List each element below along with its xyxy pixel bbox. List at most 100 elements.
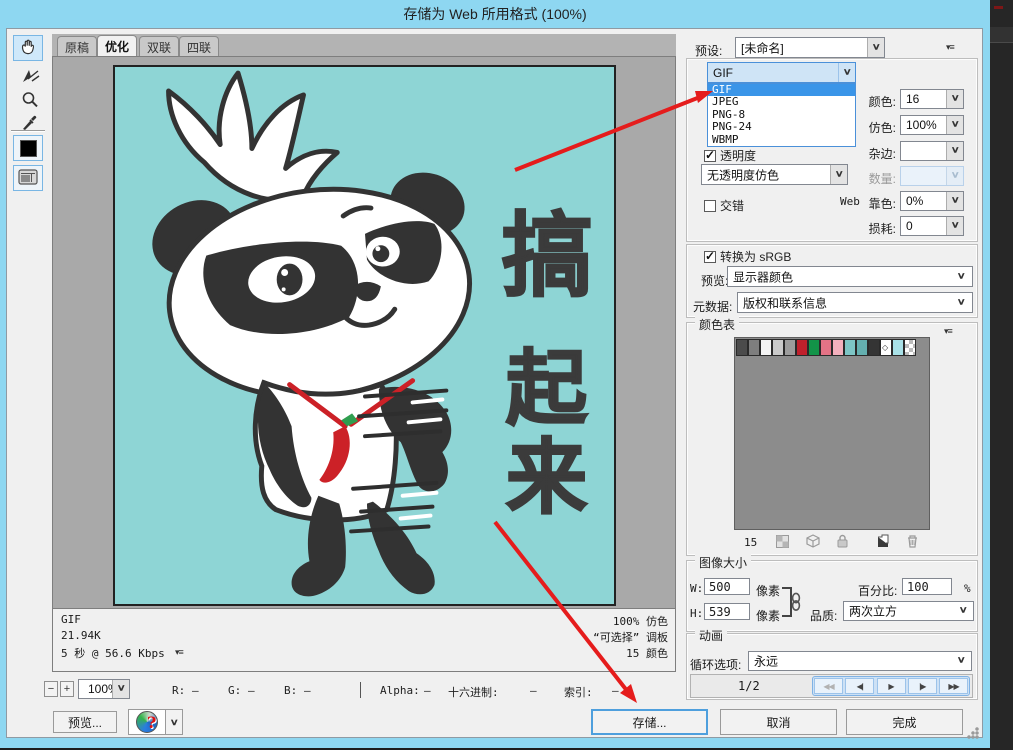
lossy-select[interactable]: 0 ∨: [900, 216, 964, 236]
colors-dropdown-button[interactable]: ∨: [946, 90, 963, 108]
srgb-checkbox-row[interactable]: ✓ 转换为 sRGB: [704, 248, 791, 265]
height-input[interactable]: 539: [704, 603, 750, 620]
dialog-title: 存储为 Web 所用格式 (100%): [0, 0, 990, 28]
play-button[interactable]: ▶: [877, 678, 906, 694]
format-dropdown-button[interactable]: ∨: [838, 63, 855, 82]
b-value: —: [304, 684, 311, 697]
preset-dropdown-button[interactable]: ∨: [867, 38, 884, 57]
dither-dropdown-button[interactable]: ∨: [946, 116, 963, 134]
tab-2up[interactable]: 双联: [139, 36, 179, 56]
percent-unit: %: [964, 582, 971, 595]
format-select[interactable]: GIF ∨: [707, 62, 856, 83]
slice-select-tool-button[interactable]: [15, 64, 45, 90]
browser-select-dropdown[interactable]: ∨: [165, 709, 183, 735]
new-color-icon[interactable]: [876, 534, 890, 551]
r-label: R:: [172, 684, 185, 697]
quality-select[interactable]: 两次立方 ∨: [843, 601, 974, 621]
status-filesize: 21.94K: [61, 629, 101, 642]
color-swatch[interactable]: [868, 339, 880, 356]
preview-tabstrip: 原稿 优化 双联 四联: [52, 34, 676, 56]
width-input[interactable]: 500: [704, 578, 750, 595]
loop-options-value: 永远: [754, 653, 778, 670]
toggle-slices-button[interactable]: [13, 165, 43, 191]
srgb-checkbox[interactable]: ✓: [704, 251, 716, 263]
metadata-select[interactable]: 版权和联系信息 ∨: [737, 292, 973, 313]
chevron-down-icon: ∨: [957, 270, 966, 281]
tab-optimized[interactable]: 优化: [97, 35, 137, 56]
color-swatch[interactable]: [760, 339, 772, 356]
next-frame-button[interactable]: |▶: [908, 678, 937, 694]
zoom-level-dropdown-button[interactable]: ∨: [112, 680, 129, 698]
color-swatch[interactable]: [892, 339, 904, 356]
color-swatch[interactable]: [856, 339, 868, 356]
color-table-menu-icon[interactable]: ▾≡: [944, 326, 952, 337]
ruler-strip: [990, 27, 1013, 43]
transparency-dither-dropdown-button[interactable]: ∨: [830, 165, 847, 184]
zoom-level-select[interactable]: 100% ∨: [78, 679, 130, 699]
web-snap-dropdown-button[interactable]: ∨: [946, 192, 963, 210]
tab-4up[interactable]: 四联: [179, 36, 219, 56]
color-swatch[interactable]: [820, 339, 832, 356]
color-swatch[interactable]: [832, 339, 844, 356]
zoom-in-button[interactable]: +: [60, 681, 74, 697]
transparency-dither-select[interactable]: 无透明度仿色 ∨: [701, 164, 848, 185]
color-swatch[interactable]: [844, 339, 856, 356]
interlaced-checkbox[interactable]: [704, 200, 716, 212]
eyedropper-tool-button[interactable]: [15, 110, 45, 136]
save-button[interactable]: 存储...: [591, 709, 708, 735]
colors-select[interactable]: 16 ∨: [900, 89, 964, 109]
dither-select[interactable]: 100% ∨: [900, 115, 964, 135]
matte-label: 杂边:: [830, 145, 896, 162]
preset-select[interactable]: [未命名] ∨: [735, 37, 885, 58]
color-swatch-selected[interactable]: ◇: [880, 339, 892, 356]
hand-tool-button[interactable]: [13, 35, 43, 61]
color-count: 15: [744, 536, 757, 549]
color-swatch[interactable]: [796, 339, 808, 356]
web-snap-select[interactable]: 0% ∨: [900, 191, 964, 211]
quality-label: 品质:: [810, 607, 837, 624]
preview-mode-label: 预览:: [701, 272, 728, 289]
transparency-checkbox-row[interactable]: ✓ 透明度: [704, 147, 756, 164]
transparency-checkbox[interactable]: ✓: [704, 150, 716, 162]
lock-color-icon[interactable]: [836, 534, 849, 551]
optimized-image-preview[interactable]: 搞 起 来: [113, 65, 616, 606]
browser-preview-button[interactable]: ?: [128, 709, 166, 735]
first-frame-button[interactable]: ◀◀: [814, 678, 843, 694]
zoom-out-button[interactable]: −: [44, 681, 58, 697]
color-swatch[interactable]: [736, 339, 748, 356]
check-icon: ✓: [705, 249, 715, 263]
resize-grip[interactable]: [966, 726, 980, 740]
color-swatch[interactable]: [808, 339, 820, 356]
eyedropper-color-swatch[interactable]: [13, 135, 43, 161]
transparency-swatch[interactable]: [904, 339, 916, 356]
interlaced-checkbox-row[interactable]: 交错: [704, 197, 744, 214]
delete-color-icon[interactable]: [906, 534, 919, 551]
color-table[interactable]: ◇: [734, 337, 930, 530]
format-option-jpeg[interactable]: JPEG: [708, 96, 855, 108]
matte-select[interactable]: ∨: [900, 141, 964, 161]
loop-options-select[interactable]: 永远 ∨: [748, 651, 972, 671]
lossy-dropdown-button[interactable]: ∨: [946, 217, 963, 235]
transparency-map-icon[interactable]: [776, 535, 789, 551]
chevron-down-icon: ∨: [951, 220, 960, 231]
color-swatch[interactable]: [772, 339, 784, 356]
cancel-button[interactable]: 取消: [720, 709, 837, 735]
preset-label: 预设:: [695, 42, 722, 59]
index-label: 索引:: [564, 684, 593, 700]
percent-input[interactable]: 100: [902, 578, 952, 595]
optimize-menu-icon[interactable]: ▾≡: [946, 42, 954, 53]
tab-original[interactable]: 原稿: [57, 36, 97, 56]
color-swatch[interactable]: [784, 339, 796, 356]
preview-mode-select[interactable]: 显示器颜色 ∨: [727, 266, 973, 287]
format-option-wbmp[interactable]: WBMP: [708, 134, 855, 146]
format-option-png24[interactable]: PNG-24: [708, 121, 855, 133]
done-button[interactable]: 完成: [846, 709, 963, 735]
download-rate-menu-icon[interactable]: ▾≡: [175, 647, 183, 658]
preview-in-browser-button[interactable]: 预览...: [53, 711, 117, 733]
chevron-down-icon: ∨: [951, 170, 960, 181]
last-frame-button[interactable]: ▶▶: [939, 678, 968, 694]
previous-frame-button[interactable]: ◀|: [845, 678, 874, 694]
color-swatch[interactable]: [748, 339, 760, 356]
web-shift-cube-icon[interactable]: [806, 534, 820, 551]
matte-dropdown-button[interactable]: ∨: [946, 142, 963, 160]
